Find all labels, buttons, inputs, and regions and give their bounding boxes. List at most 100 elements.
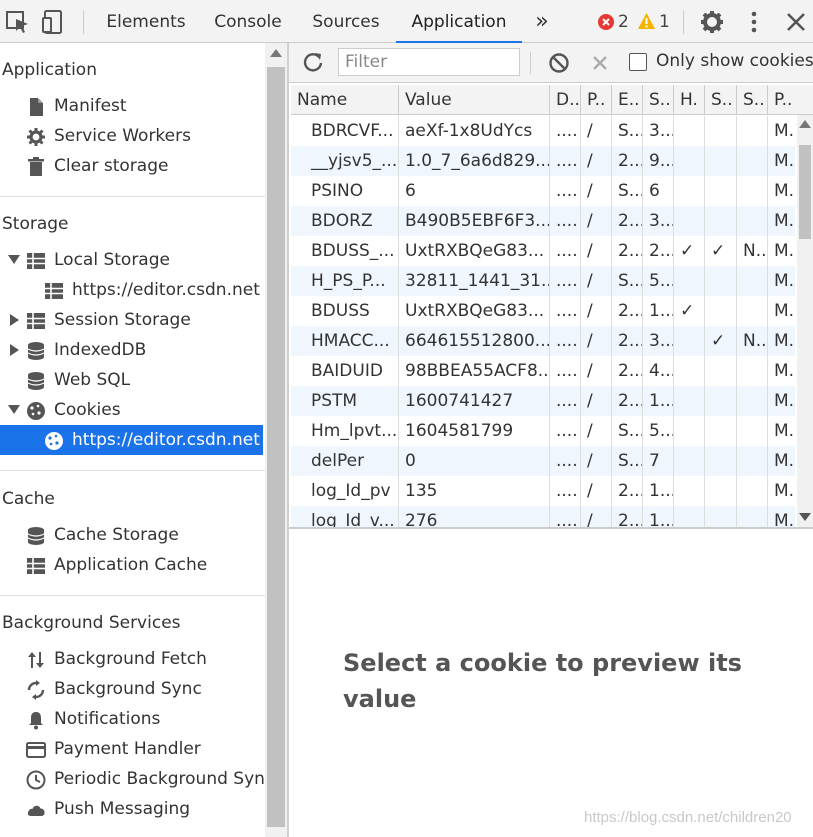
cookie-toolbar: Only show cookies w	[289, 43, 813, 83]
collapsed-arrow-icon[interactable]	[10, 344, 19, 356]
table-cell: /	[581, 386, 612, 416]
scroll-up-arrow-icon[interactable]	[799, 120, 811, 128]
table-cell: /	[581, 296, 612, 326]
column-header-path[interactable]: P..	[581, 85, 612, 115]
tab-application[interactable]: Application	[396, 0, 522, 43]
tab-console[interactable]: Console	[204, 0, 292, 43]
scroll-up-arrow-icon[interactable]	[270, 49, 282, 57]
table-cell	[737, 206, 768, 236]
table-row[interactable]: BAIDUID98BBEA55ACF8......./2...4... M...	[291, 356, 795, 386]
table-cell: PSINO	[291, 176, 399, 206]
more-options-icon[interactable]	[740, 8, 768, 36]
cookies-panel: Only show cookies w Name Value D.. P.. E…	[289, 43, 813, 837]
table-cell: ....	[550, 326, 581, 356]
sidebar-item-web-sql[interactable]: Web SQL	[0, 365, 265, 395]
table-row[interactable]: BDORZB490B5EBF6F3......./2...3... M...	[291, 206, 795, 236]
devtools-toolbar: Elements Console Sources Application » 2…	[0, 0, 813, 43]
sidebar-scroll-thumb[interactable]	[267, 67, 285, 827]
table-cell: M...	[774, 181, 795, 201]
table-cell	[674, 116, 705, 146]
table-cell: BDORZ	[291, 206, 399, 236]
table-cell: ....	[550, 146, 581, 176]
sidebar-item-background-sync[interactable]: Background Sync	[0, 674, 265, 704]
table-cell: ✓	[705, 236, 737, 266]
column-header-httponly[interactable]: H.	[674, 85, 705, 115]
column-header-expires[interactable]: E..	[612, 85, 643, 115]
sidebar-item-application-cache[interactable]: Application Cache	[0, 550, 265, 580]
scroll-down-arrow-icon[interactable]	[799, 513, 811, 521]
device-toolbar-icon[interactable]	[40, 8, 68, 36]
section-title-storage: Storage	[2, 214, 69, 234]
filter-input[interactable]	[338, 48, 520, 76]
table-scrollbar[interactable]	[797, 115, 813, 527]
sidebar-item-cookies[interactable]: Cookies	[0, 395, 265, 425]
sidebar-item-indexeddb[interactable]: IndexedDB	[0, 335, 265, 365]
expanded-arrow-icon[interactable]	[8, 405, 20, 414]
close-icon[interactable]	[782, 8, 810, 36]
table-row[interactable]: PSTM1600741427..../2...1... M...	[291, 386, 795, 416]
table-header: Name Value D.. P.. E.. S.. H. S.. S.. P.…	[291, 85, 813, 115]
sidebar-item-session-storage[interactable]: Session Storage	[0, 305, 265, 335]
column-header-secure[interactable]: S..	[705, 85, 737, 115]
table-row[interactable]: H_PS_P... 32811_1441_31....... / S... 5... M.…	[291, 266, 795, 296]
table-scroll-thumb[interactable]	[799, 145, 811, 239]
cookie-icon	[27, 402, 45, 420]
column-header-name[interactable]: Name	[291, 85, 399, 115]
sidebar-scrollbar[interactable]	[265, 43, 287, 837]
table-row[interactable]: BDUSS_... UxtRXBQeG83......./2... 2... ✓ ✓ N.…	[291, 236, 795, 266]
column-header-size[interactable]: S..	[643, 85, 674, 115]
tab-sources[interactable]: Sources	[300, 0, 392, 43]
sidebar-item-local-storage[interactable]: Local Storage	[0, 245, 265, 275]
column-header-samesite[interactable]: S..	[737, 85, 768, 115]
sidebar-item-periodic-background-sync[interactable]: Periodic Background Sync	[0, 764, 265, 794]
table-cell	[705, 386, 737, 416]
collapsed-arrow-icon[interactable]	[10, 314, 19, 326]
grid-storage-icon	[27, 253, 45, 269]
table-row[interactable]: PSINO6..../S...6M...	[291, 176, 795, 206]
up-down-arrows-icon	[28, 652, 44, 668]
sidebar-item-cache-storage[interactable]: Cache Storage	[0, 520, 265, 550]
watermark: https://blog.csdn.net/children20	[584, 809, 792, 826]
sidebar-item-push-messaging[interactable]: Push Messaging	[0, 794, 265, 824]
sidebar-item-clear-storage[interactable]: Clear storage	[0, 151, 265, 181]
table-row[interactable]: delPer0..../S...7 M...	[291, 446, 795, 476]
table-cell: 2...	[612, 386, 643, 416]
clear-all-block-icon[interactable]	[548, 52, 570, 74]
sidebar-item-cookies-origin[interactable]: https://editor.csdn.net	[0, 425, 263, 455]
table-row[interactable]: BDRCVF...aeXf-1x8UdYcs..../S...3... M...	[291, 116, 795, 146]
sidebar-item-service-workers[interactable]: Service Workers	[0, 121, 265, 151]
table-cell: BAIDUID	[291, 356, 399, 386]
sidebar-item-notifications[interactable]: Notifications	[0, 704, 265, 734]
table-cell	[737, 146, 768, 176]
more-tabs-button[interactable]: »	[528, 0, 556, 43]
only-show-issues-checkbox[interactable]	[629, 53, 647, 71]
grid-storage-icon	[45, 283, 63, 299]
expanded-arrow-icon[interactable]	[8, 255, 20, 264]
table-row[interactable]: log_Id_v...276..../2...1... M...	[291, 506, 795, 527]
sidebar-item-payment-handler[interactable]: Payment Handler	[0, 734, 265, 764]
sidebar-item-local-storage-origin[interactable]: https://editor.csdn.net	[0, 275, 265, 305]
table-cell: M...	[774, 361, 795, 381]
inspect-element-icon[interactable]	[4, 8, 32, 36]
column-header-domain[interactable]: D..	[550, 85, 581, 115]
refresh-icon[interactable]	[302, 51, 324, 73]
table-cell: /	[581, 506, 612, 527]
column-header-priority[interactable]: P..	[768, 85, 813, 115]
table-row[interactable]: Hm_lpvt...1604581799..../S...5... M...	[291, 416, 795, 446]
table-row[interactable]: log_Id_pv135..../2...1... M...	[291, 476, 795, 506]
table-row[interactable]: HMACC... 664615512800......./2... 3... ✓ N..…	[291, 326, 795, 356]
section-title-application: Application	[2, 60, 97, 80]
warning-count[interactable]: 1	[659, 11, 670, 33]
sidebar-item-background-fetch[interactable]: Background Fetch	[0, 644, 265, 674]
tab-elements[interactable]: Elements	[96, 0, 196, 43]
settings-gear-icon[interactable]	[698, 8, 726, 36]
table-row[interactable]: BDUSSUxtRXBQeG83......./2...1...✓ M...	[291, 296, 795, 326]
table-row[interactable]: __yjsv5_... 1.0_7_6a6d829......./2... 9...…	[291, 146, 795, 176]
table-cell	[737, 176, 768, 206]
table-cell: ....	[550, 446, 581, 476]
sidebar-item-manifest[interactable]: Manifest	[0, 91, 265, 121]
cookies-table: Name Value D.. P.. E.. S.. H. S.. S.. P.…	[291, 85, 813, 527]
delete-selected-icon[interactable]	[589, 52, 611, 74]
error-count[interactable]: 2	[618, 11, 629, 33]
column-header-value[interactable]: Value	[399, 85, 550, 115]
